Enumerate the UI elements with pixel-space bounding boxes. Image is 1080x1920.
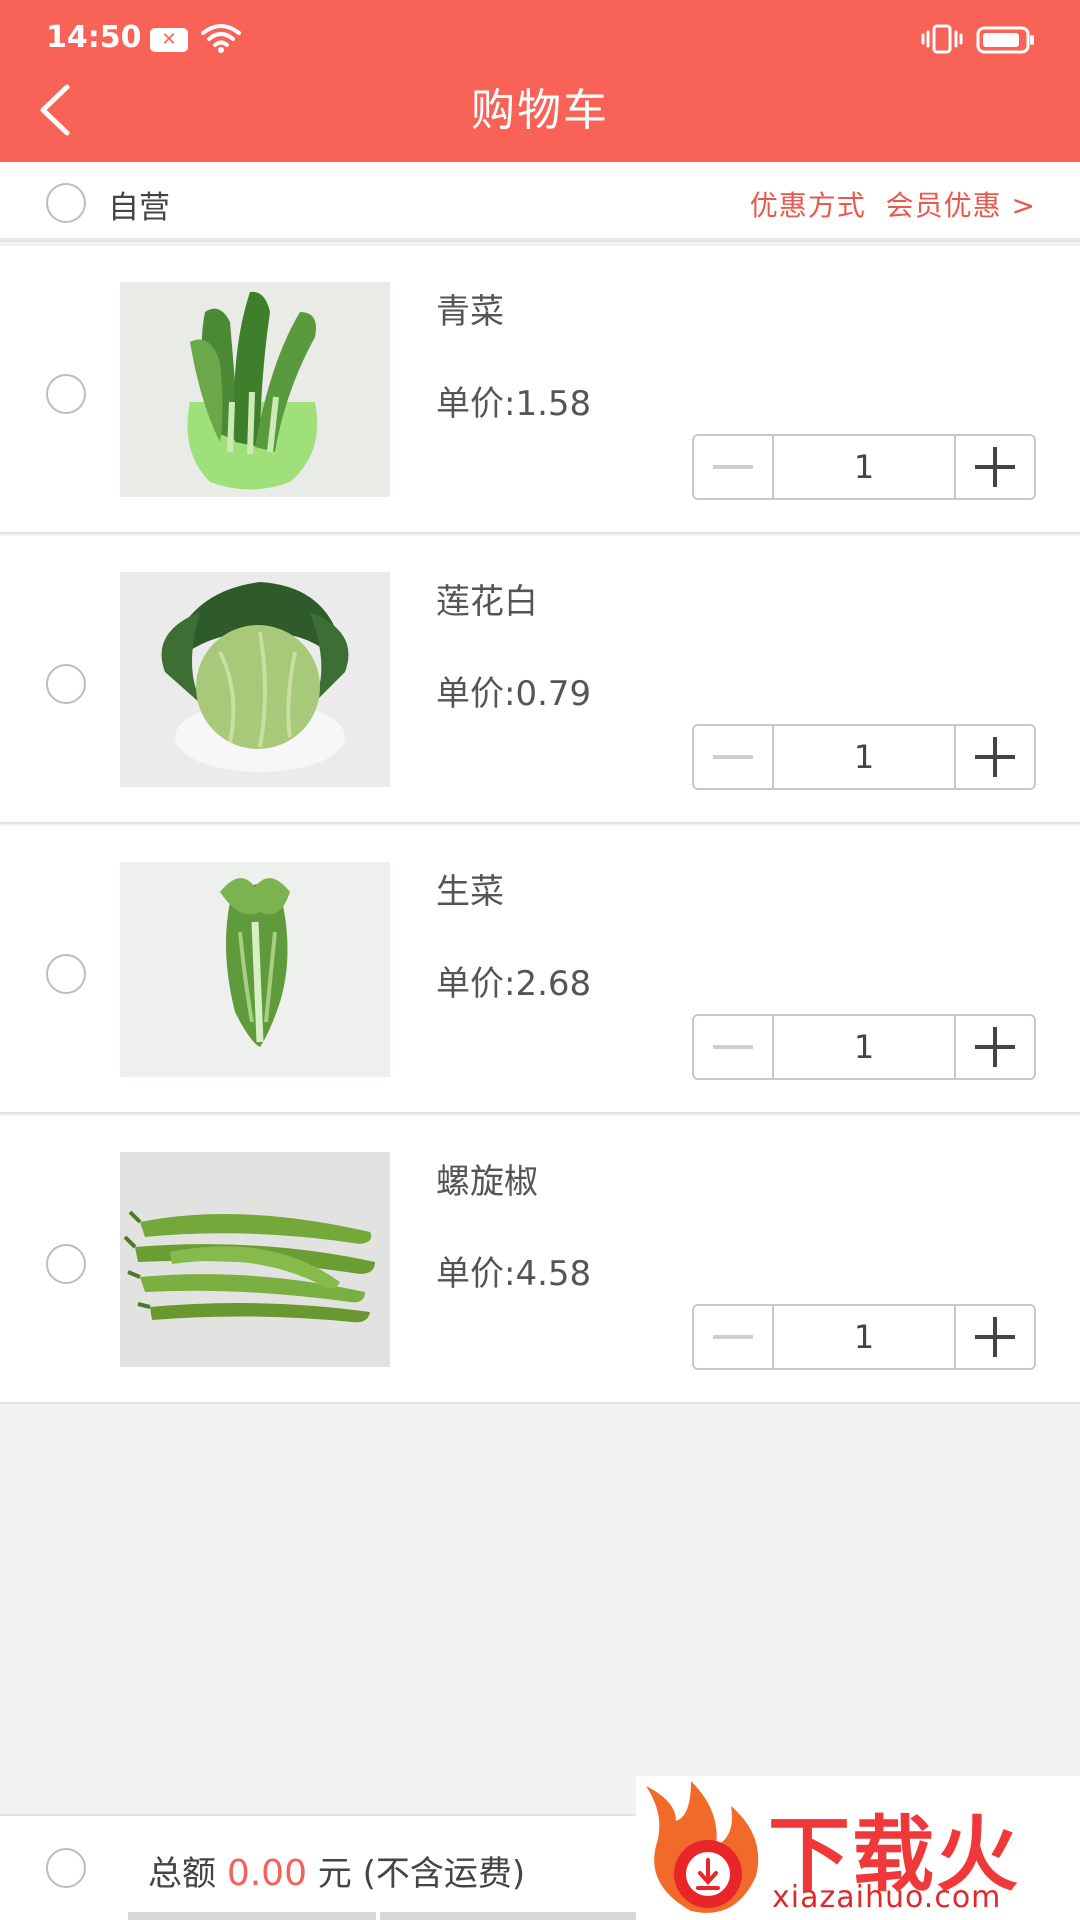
plus-icon: [975, 1027, 1015, 1067]
minus-icon: [713, 755, 753, 759]
quantity-value[interactable]: 1: [774, 1016, 954, 1078]
total-summary: 总额 0.00 元 (不含运费): [148, 1846, 525, 1895]
cabbage-image: [120, 572, 390, 787]
product-name: 生菜: [436, 872, 504, 912]
product-image[interactable]: [120, 862, 390, 1077]
status-time: 14:50: [46, 20, 142, 55]
bok-choy-image: [120, 282, 390, 497]
product-name: 青菜: [436, 292, 504, 332]
discount-selector[interactable]: 优惠方式 会员优惠 >: [750, 184, 1036, 224]
total-label: 总额: [148, 1854, 216, 1894]
discount-label: 优惠方式: [749, 189, 866, 222]
cart-item: 螺旋椒 单价:4.58 1: [0, 1116, 1080, 1404]
page-title: 购物车: [471, 85, 609, 136]
decrease-button[interactable]: [694, 1016, 774, 1078]
shop-select-radio[interactable]: [46, 183, 86, 223]
increase-button[interactable]: [954, 1016, 1034, 1078]
item-select-radio[interactable]: [46, 664, 86, 704]
plus-icon: [975, 1317, 1015, 1357]
product-image[interactable]: [120, 1152, 390, 1367]
message-icon: ✕: [150, 28, 188, 52]
minus-icon: [713, 1045, 753, 1049]
lettuce-image: [120, 862, 390, 1077]
product-image[interactable]: [120, 572, 390, 787]
increase-button[interactable]: [954, 436, 1034, 498]
watermark: 下载火 xiazaihuo.com: [636, 1776, 1080, 1920]
increase-button[interactable]: [954, 1306, 1034, 1368]
product-name: 莲花白: [436, 582, 538, 622]
green-peppers-image: [120, 1152, 390, 1367]
plus-icon: [975, 737, 1015, 777]
shop-header: 自营 优惠方式 会员优惠 >: [0, 162, 1080, 242]
minus-icon: [713, 465, 753, 469]
battery-icon: [976, 26, 1034, 54]
discount-value[interactable]: 会员优惠 >: [886, 189, 1036, 222]
app-header: 14:50 ✕ 购物车: [0, 0, 1080, 162]
product-image[interactable]: [120, 282, 390, 497]
flame-logo-icon: [646, 1781, 759, 1913]
product-price: 单价:4.58: [436, 1254, 592, 1294]
plus-icon: [975, 447, 1015, 487]
wifi-icon: [201, 24, 241, 53]
cart-item: 莲花白 单价:0.79 1: [0, 536, 1080, 824]
item-select-radio[interactable]: [46, 954, 86, 994]
shop-name: 自营: [108, 190, 170, 226]
watermark-en: xiazaihuo.com: [772, 1880, 1002, 1915]
item-select-radio[interactable]: [46, 374, 86, 414]
select-all-radio[interactable]: [46, 1848, 86, 1888]
increase-button[interactable]: [954, 726, 1034, 788]
quantity-stepper: 1: [692, 1014, 1036, 1080]
product-price: 单价:0.79: [436, 674, 592, 714]
quantity-value[interactable]: 1: [774, 726, 954, 788]
product-name: 螺旋椒: [436, 1162, 538, 1202]
quantity-stepper: 1: [692, 434, 1036, 500]
product-price: 单价:2.68: [436, 964, 592, 1004]
quantity-stepper: 1: [692, 1304, 1036, 1370]
decrease-button[interactable]: [694, 1306, 774, 1368]
minus-icon: [713, 1335, 753, 1339]
cart-item: 生菜 单价:2.68 1: [0, 826, 1080, 1114]
product-price: 单价:1.58: [436, 384, 592, 424]
total-unit: 元 (不含运费): [317, 1854, 526, 1894]
status-bar: 14:50 ✕: [0, 0, 1080, 78]
vibrate-icon: [921, 24, 963, 54]
decrease-button[interactable]: [694, 436, 774, 498]
quantity-value[interactable]: 1: [774, 436, 954, 498]
total-amount: 0.00: [226, 1853, 307, 1894]
quantity-stepper: 1: [692, 724, 1036, 790]
item-select-radio[interactable]: [46, 1244, 86, 1284]
decrease-button[interactable]: [694, 726, 774, 788]
bottom-divider: [128, 1912, 376, 1920]
quantity-value[interactable]: 1: [774, 1306, 954, 1368]
cart-item: 青菜 单价:1.58 1: [0, 246, 1080, 534]
bottom-divider: [380, 1912, 636, 1920]
